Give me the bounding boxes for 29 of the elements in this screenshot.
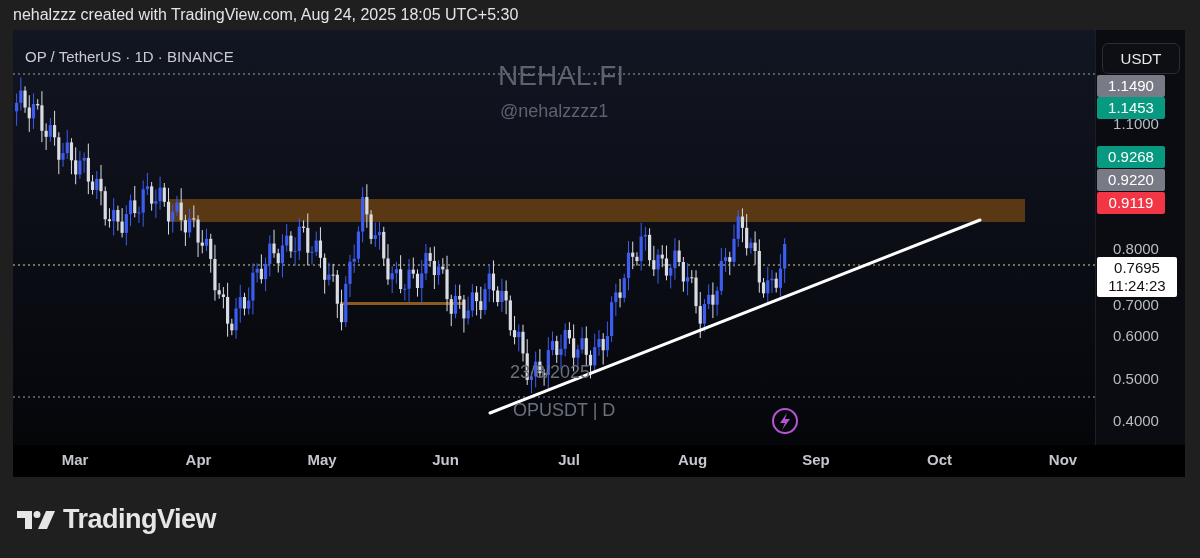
time-tick: Apr bbox=[184, 451, 213, 468]
header-caption: nehalzzz created with TradingView.com, Aug 24, 2025 18:05 UTC+5:30 bbox=[13, 5, 519, 25]
current-price-label: 0.7695 11:24:23 bbox=[1097, 257, 1177, 297]
price-tick: 0.6000 bbox=[1112, 327, 1160, 345]
price-tag: 0.9268 bbox=[1097, 146, 1165, 168]
time-tick: Mar bbox=[60, 451, 90, 468]
lightning-icon[interactable] bbox=[772, 408, 798, 434]
price-tag: 0.9220 bbox=[1097, 169, 1165, 191]
price-tick: 0.4000 bbox=[1112, 412, 1160, 430]
time-tick: Jun bbox=[431, 451, 460, 468]
time-tick: Oct bbox=[926, 451, 953, 468]
time-tick: Aug bbox=[676, 451, 709, 468]
time-tick: Jul bbox=[557, 451, 581, 468]
price-tag: 1.1453 bbox=[1097, 97, 1165, 119]
price-tag: 1.1490 bbox=[1097, 75, 1165, 97]
price-tick: 0.8000 bbox=[1112, 240, 1160, 258]
chart-watermark: OPUSDT | D bbox=[513, 400, 616, 421]
logo-text: TradingView bbox=[63, 504, 217, 535]
price-tag: 0.9119 bbox=[1097, 192, 1165, 214]
time-tick: Sep bbox=[801, 451, 831, 468]
currency-button[interactable]: USDT bbox=[1102, 43, 1180, 74]
time-tick: May bbox=[306, 451, 338, 468]
logo-icon bbox=[17, 508, 55, 531]
symbol-title: OP / TetherUS · 1D · BINANCE bbox=[25, 48, 234, 65]
time-tick: Nov bbox=[1047, 451, 1079, 468]
price-tick: 0.5000 bbox=[1112, 370, 1160, 388]
price-tick: 0.7000 bbox=[1112, 296, 1160, 314]
chart-watermark: NEHAL.FI bbox=[498, 60, 625, 92]
chart-watermark: @nehalzzzz1 bbox=[500, 101, 609, 122]
